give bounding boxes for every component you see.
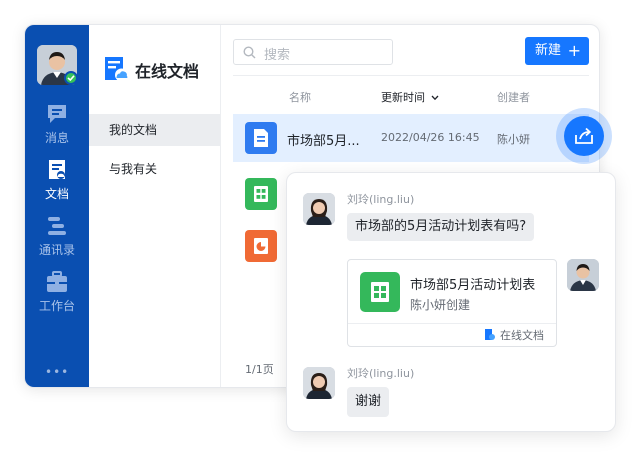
new-document-button[interactable]: 新建 + xyxy=(525,37,589,65)
shared-doc-title: 市场部5月活动计划表 xyxy=(410,278,536,293)
chevron-down-icon xyxy=(431,95,438,101)
message-bubble: 市场部的5月活动计划表有吗? xyxy=(347,213,535,241)
message-sender: 刘玲(ling.liu) xyxy=(347,193,415,206)
message-bubble: 谢谢 xyxy=(347,387,390,417)
own-avatar[interactable] xyxy=(567,259,599,291)
contacts-icon xyxy=(48,217,66,235)
column-header-name[interactable]: 名称 xyxy=(289,89,311,105)
sheet-file-icon xyxy=(360,272,400,312)
column-header-updated-label: 更新时间 xyxy=(381,91,425,104)
search-input[interactable]: 搜索 xyxy=(233,39,393,65)
new-button-label: 新建 xyxy=(535,43,562,58)
row-updated: 2022/04/26 16:45 xyxy=(381,131,480,144)
sheet-file-icon[interactable] xyxy=(245,178,277,210)
message-icon xyxy=(48,105,66,123)
shared-doc-card[interactable]: 市场部5月活动计划表 陈小妍创建 在线文档 xyxy=(347,259,557,347)
plus-icon: + xyxy=(567,41,581,60)
share-button[interactable] xyxy=(564,116,604,156)
nav-item-contacts[interactable]: 通讯录 xyxy=(25,215,89,265)
sender-avatar[interactable] xyxy=(303,193,335,225)
left-nav: 消息 文档 通讯录 工作台 ••• xyxy=(25,25,89,387)
message-sender: 刘玲(ling.liu) xyxy=(347,367,415,380)
panel-item-related-to-me[interactable]: 与我有关 xyxy=(89,153,220,185)
pagination-label: 1/1页 xyxy=(245,363,274,376)
workbench-icon xyxy=(47,271,67,292)
sender-avatar[interactable] xyxy=(303,367,335,399)
nav-item-label: 文档 xyxy=(44,187,69,201)
slides-file-icon[interactable] xyxy=(245,230,277,262)
column-header-creator[interactable]: 创建者 xyxy=(497,89,530,105)
document-icon xyxy=(49,160,65,179)
shared-doc-source: 在线文档 xyxy=(484,327,544,343)
nav-item-messages[interactable]: 消息 xyxy=(25,103,89,153)
docs-panel: 在线文档 我的文档 与我有关 xyxy=(89,25,221,387)
nav-item-workbench[interactable]: 工作台 xyxy=(25,271,89,321)
shared-doc-creator: 陈小妍创建 xyxy=(410,298,471,312)
nav-item-label: 通讯录 xyxy=(38,243,75,257)
header-divider xyxy=(233,75,589,76)
search-placeholder: 搜索 xyxy=(264,48,291,63)
column-header-updated[interactable]: 更新时间 xyxy=(381,89,439,105)
panel-item-my-docs[interactable]: 我的文档 xyxy=(89,114,220,146)
online-docs-logo-icon xyxy=(485,329,495,340)
search-icon xyxy=(243,46,256,59)
row-name[interactable]: 市场部5月... xyxy=(287,130,360,149)
shared-doc-source-label: 在线文档 xyxy=(500,329,544,342)
panel-title: 在线文档 xyxy=(135,62,200,81)
doc-file-icon xyxy=(245,122,277,154)
share-icon xyxy=(575,127,593,144)
online-docs-logo-icon xyxy=(105,57,128,82)
nav-item-label: 工作台 xyxy=(38,299,75,313)
screen: 消息 文档 通讯录 工作台 ••• 在线文档 我的文档 与我有关 搜索 新建 +… xyxy=(0,0,640,460)
chat-window: 刘玲(ling.liu) 市场部的5月活动计划表有吗? 市场部5月活动计划表 陈… xyxy=(286,172,616,432)
online-status-icon xyxy=(64,71,78,85)
row-creator: 陈小妍 xyxy=(497,133,530,146)
nav-item-label: 消息 xyxy=(44,131,69,145)
card-divider xyxy=(348,323,556,324)
nav-item-documents[interactable]: 文档 xyxy=(25,159,89,209)
more-icon[interactable]: ••• xyxy=(45,365,69,379)
